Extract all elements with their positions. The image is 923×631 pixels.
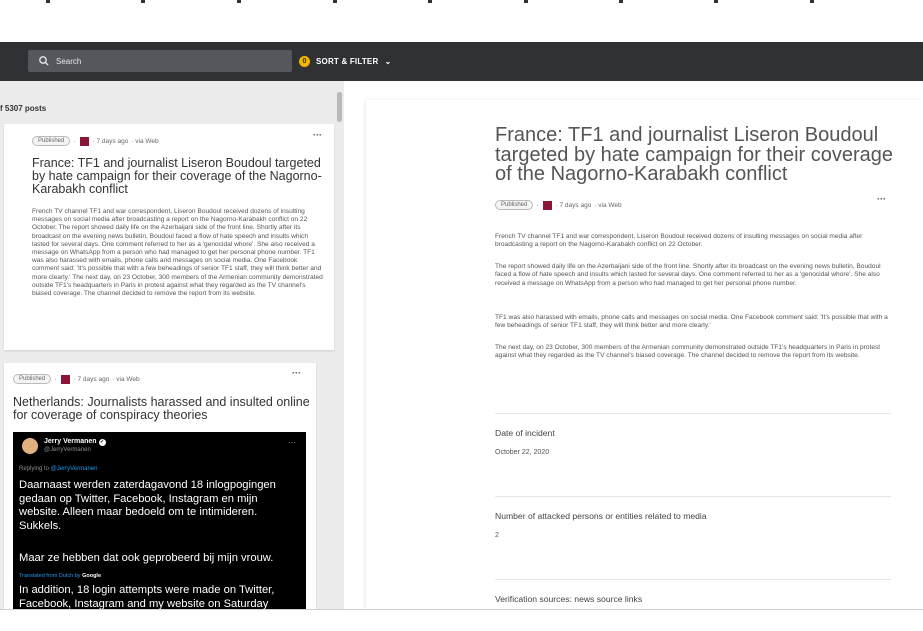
verified-badge-icon: ✓: [98, 439, 106, 446]
search-placeholder: Search: [56, 56, 82, 66]
meta-separator: ·: [536, 201, 539, 209]
tweet-more-icon: ···: [288, 438, 296, 447]
post-source: · via Web: [594, 201, 622, 209]
post-title[interactable]: France: TF1 and journalist Liseron Boudo…: [32, 157, 322, 196]
more-options-icon[interactable]: ···: [877, 194, 886, 204]
tweet-translated-text: In addition, 18 login attempts were made…: [19, 584, 275, 609]
status-badge: Published: [13, 374, 52, 384]
meta-separator: ·: [54, 375, 57, 383]
ruler-tick: [619, 0, 623, 3]
feed-scrollbar[interactable]: [335, 86, 344, 609]
more-options-icon[interactable]: ···: [292, 368, 301, 378]
bottom-bar: [0, 609, 923, 631]
detail-paragraph: The next day, on 23 October, 300 members…: [495, 344, 881, 360]
divider: [495, 579, 891, 580]
chevron-down-icon: ⌄: [384, 56, 392, 66]
field-value-attacked-count: 2: [495, 532, 499, 539]
more-options-icon[interactable]: ···: [313, 130, 322, 140]
post-count: f 5307 posts: [0, 104, 47, 113]
field-value-date: October 22, 2020: [495, 449, 550, 456]
divider: [495, 496, 891, 497]
post-time: · 7 days ago: [92, 137, 129, 145]
detail-paragraph: TF1 was also harassed with emails, phone…: [495, 314, 888, 330]
sort-filter-label: SORT & FILTER: [316, 56, 379, 66]
post-source: · via Web: [131, 137, 159, 145]
embedded-tweet[interactable]: Jerry Vermanen ✓ @JerryVermanen ··· Repl…: [13, 432, 306, 609]
detail-meta: Published · · 7 days ago · via Web: [495, 200, 622, 210]
post-meta: Published · · 7 days ago · via Web: [13, 374, 140, 384]
tweet-author-handle: @JerryVermanen: [44, 447, 91, 453]
detail-paragraph: The report showed daily life on the Azer…: [495, 263, 881, 287]
ruler-tick: [46, 0, 50, 3]
avatar: [79, 136, 89, 146]
meta-separator: ·: [73, 137, 76, 145]
avatar: [542, 200, 552, 210]
field-label-date: Date of incident: [495, 428, 555, 438]
field-label-sources: Verification sources: news source links: [495, 594, 643, 604]
post-source: · via Web: [112, 375, 140, 383]
tweet-translation-note: Translated from Dutch by Google: [19, 573, 102, 579]
post-card[interactable]: Published · · 7 days ago · via Web ··· N…: [4, 363, 316, 609]
ruler-tick: [714, 0, 718, 3]
ruler-tick: [333, 0, 337, 3]
tweet-text: Maar ze hebben dat ook geprobeerd bij mi…: [19, 552, 274, 564]
post-body: French TV channel TF1 and war correspond…: [32, 208, 323, 298]
ruler-tick: [428, 0, 432, 3]
ruler-tick: [237, 0, 241, 3]
divider: [495, 413, 891, 414]
post-time: · 7 days ago: [555, 201, 592, 209]
tweet-author-name: Jerry Vermanen ✓: [44, 438, 106, 446]
top-strip: [0, 0, 923, 42]
sort-filter-button[interactable]: 0 SORT & FILTER ⌄: [299, 54, 391, 68]
detail-paragraph: French TV channel TF1 and war correspond…: [495, 233, 863, 249]
status-badge: Published: [495, 200, 534, 210]
avatar: [60, 374, 70, 384]
post-meta: Published · · 7 days ago · via Web: [32, 136, 159, 146]
post-card[interactable]: Published · · 7 days ago · via Web ··· F…: [4, 124, 334, 350]
detail-title: France: TF1 and journalist Liseron Boudo…: [495, 124, 894, 185]
ruler-tick: [141, 0, 145, 3]
tweet-replying-to: Replying to @JerryVermanen: [19, 466, 98, 472]
post-time: · 7 days ago: [73, 375, 110, 383]
search-icon: [39, 56, 49, 66]
field-label-attacked-count: Number of attacked persons or entities r…: [495, 511, 707, 521]
search-input[interactable]: Search: [28, 50, 292, 72]
status-badge: Published: [32, 136, 71, 146]
ruler-tick: [810, 0, 814, 3]
post-title[interactable]: Netherlands: Journalists harassed and in…: [13, 396, 311, 422]
tweet-avatar: [22, 438, 38, 454]
ruler-tick: [524, 0, 528, 3]
feed-scrollbar-thumb[interactable]: [337, 92, 342, 122]
tweet-text: Daarnaast werden zaterdagavond 18 inlogp…: [19, 479, 276, 532]
filter-count-badge: 0: [299, 55, 310, 67]
